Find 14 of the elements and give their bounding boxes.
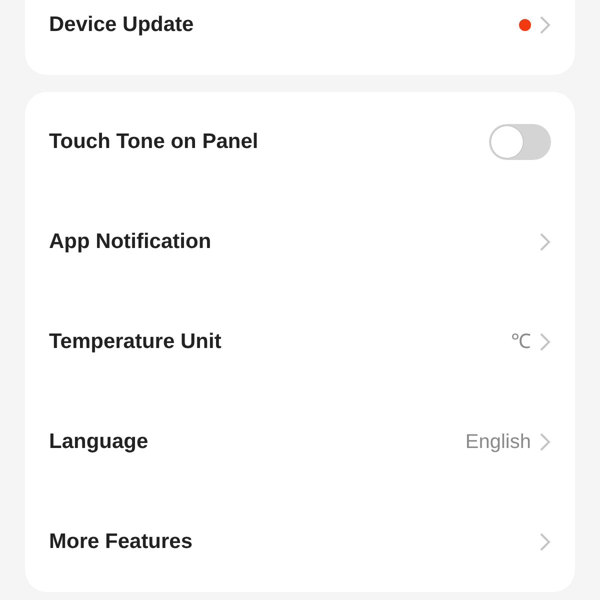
setting-value: ℃ [511, 330, 531, 355]
setting-label[interactable]: Device Update [49, 9, 194, 41]
setting-label: Touch Tone on Panel [49, 129, 258, 156]
toggle-switch[interactable] [489, 124, 551, 160]
setting-label[interactable]: App Notification [49, 226, 212, 258]
setting-label[interactable]: More Features [49, 526, 193, 558]
setting-value: English [465, 430, 531, 455]
chevron-right-icon [539, 532, 551, 552]
chevron-right-icon [539, 232, 551, 252]
setting-label[interactable]: Language [49, 426, 148, 458]
chevron-right-icon [539, 432, 551, 452]
chevron-right-icon [539, 332, 551, 352]
setting-label[interactable]: Temperature Unit [49, 326, 222, 358]
chevron-right-icon [539, 15, 551, 35]
